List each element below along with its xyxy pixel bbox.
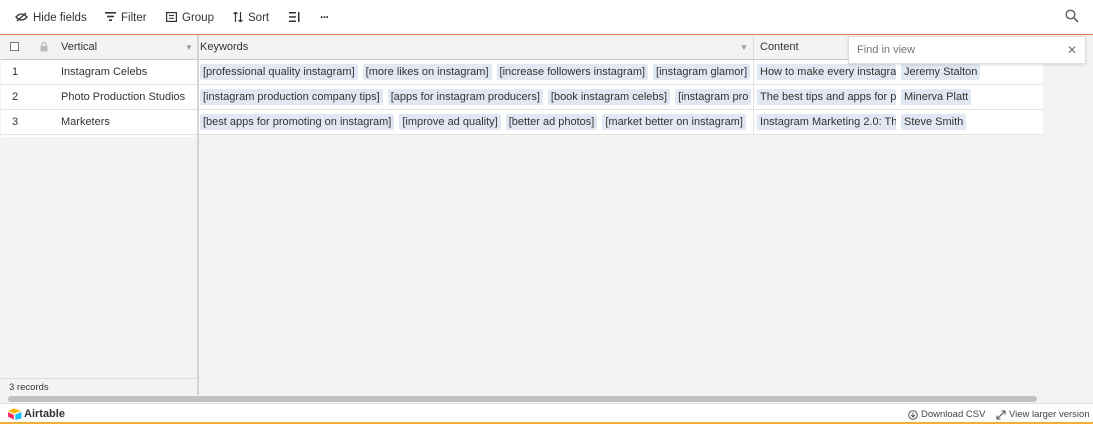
primary-field-header[interactable]: Vertical	[61, 41, 97, 53]
content-chip: The best tips and apps for p	[757, 89, 896, 105]
content-chip: Instagram Marketing 2.0: Th	[757, 114, 896, 130]
keyword-chip: [increase followers instagram]	[496, 64, 649, 80]
embed-footer: Airtable Download CSV View larger versio…	[0, 403, 1093, 424]
more-options-button[interactable]: ···	[320, 10, 329, 26]
airtable-logo-icon	[8, 408, 22, 420]
sort-icon	[233, 10, 243, 25]
select-all-checkbox[interactable]	[10, 42, 19, 51]
keyword-chip: [instagram production company tips]	[200, 89, 383, 105]
search-icon[interactable]	[1065, 9, 1081, 25]
author-chip: Minerva Platt	[901, 89, 972, 105]
view-toolbar: Hide fields Filter Group Sort ···	[0, 0, 1093, 35]
hide-fields-label: Hide fields	[33, 12, 87, 24]
record-count-label: 3 records	[9, 382, 49, 393]
keyword-chip: [instagram glamor]	[653, 64, 751, 80]
vertical-cell[interactable]: Photo Production Studios	[61, 91, 185, 103]
filter-label: Filter	[121, 12, 147, 24]
filter-icon	[105, 12, 116, 24]
airtable-logo[interactable]: Airtable	[8, 408, 65, 420]
table-row[interactable]: 1 Instagram Celebs	[1, 60, 197, 85]
content-header-label: Content	[760, 41, 799, 53]
keyword-chip: [better ad photos]	[505, 114, 598, 130]
vertical-cell[interactable]: Marketers	[61, 116, 110, 128]
keyword-chip: [instagram pro	[675, 89, 752, 105]
chevron-down-icon[interactable]: ▼	[185, 43, 193, 52]
download-csv-label: Download CSV	[921, 409, 986, 420]
frozen-column-pane: Vertical ▼ 1 Instagram Celebs 2 Photo Pr…	[1, 35, 199, 403]
keyword-chip: [apps for instagram producers]	[387, 89, 543, 105]
group-icon	[166, 11, 178, 25]
horizontal-scrollbar-thumb[interactable]	[8, 396, 1037, 402]
chevron-down-icon[interactable]: ▼	[740, 43, 748, 52]
vertical-cell[interactable]: Instagram Celebs	[61, 66, 147, 78]
find-in-view-input[interactable]	[850, 38, 1060, 62]
group-label: Group	[182, 12, 214, 24]
sort-button[interactable]: Sort	[233, 10, 269, 26]
keyword-chip: [more likes on instagram]	[362, 64, 492, 80]
keyword-chip: [improve ad quality]	[399, 114, 501, 130]
row-height-icon	[289, 11, 300, 25]
view-larger-link[interactable]: View larger version	[996, 409, 1090, 420]
row-number: 3	[12, 116, 19, 128]
download-icon	[908, 409, 918, 420]
content-chip: How to make every instagra	[757, 64, 896, 80]
record-count: 3 records	[1, 378, 197, 395]
more-options-icon: ···	[320, 12, 329, 24]
keywords-cell[interactable]: [professional quality instagram] [more l…	[199, 60, 754, 85]
keyword-chip: [best apps for promoting on instagram]	[200, 114, 395, 130]
hide-fields-icon	[15, 12, 28, 25]
keywords-header[interactable]: Keywords ▼	[199, 35, 754, 60]
lock-icon	[40, 41, 48, 55]
keywords-cell[interactable]: [instagram production company tips] [app…	[199, 85, 754, 110]
sort-label: Sort	[248, 12, 270, 24]
filter-button[interactable]: Filter	[105, 10, 147, 26]
keyword-chip: [professional quality instagram]	[200, 64, 358, 80]
keyword-chip: [book instagram celebs]	[547, 89, 671, 105]
keywords-cell[interactable]: [best apps for promoting on instagram] […	[199, 110, 754, 135]
close-icon[interactable]: ✕	[1067, 43, 1077, 57]
keywords-header-label: Keywords	[200, 41, 249, 53]
view-larger-label: View larger version	[1009, 409, 1090, 420]
hide-fields-button[interactable]: Hide fields	[15, 10, 87, 26]
author-chip: Jeremy Stalton	[901, 64, 981, 80]
content-cell[interactable]: Instagram Marketing 2.0: Th Steve Smith	[754, 110, 1043, 135]
author-chip: Steve Smith	[901, 114, 967, 130]
primary-header: Vertical ▼	[1, 35, 197, 60]
expand-icon	[996, 409, 1006, 420]
airtable-brand-label: Airtable	[24, 408, 65, 420]
content-cell[interactable]: The best tips and apps for p Minerva Pla…	[754, 85, 1043, 110]
row-height-button[interactable]	[289, 10, 305, 26]
keyword-chip: [market better on instagram]	[602, 114, 746, 130]
grid-view: Vertical ▼ 1 Instagram Celebs 2 Photo Pr…	[0, 35, 1093, 403]
scrolling-column-pane: Keywords ▼ Content [professional quality…	[199, 35, 1093, 403]
table-row[interactable]: 3 Marketers	[1, 110, 197, 135]
table-row[interactable]: 2 Photo Production Studios	[1, 85, 197, 110]
download-csv-link[interactable]: Download CSV	[908, 409, 985, 420]
find-in-view-box: ✕	[848, 36, 1086, 64]
row-number: 1	[12, 66, 19, 78]
row-number: 2	[12, 91, 19, 103]
group-button[interactable]: Group	[166, 10, 214, 26]
